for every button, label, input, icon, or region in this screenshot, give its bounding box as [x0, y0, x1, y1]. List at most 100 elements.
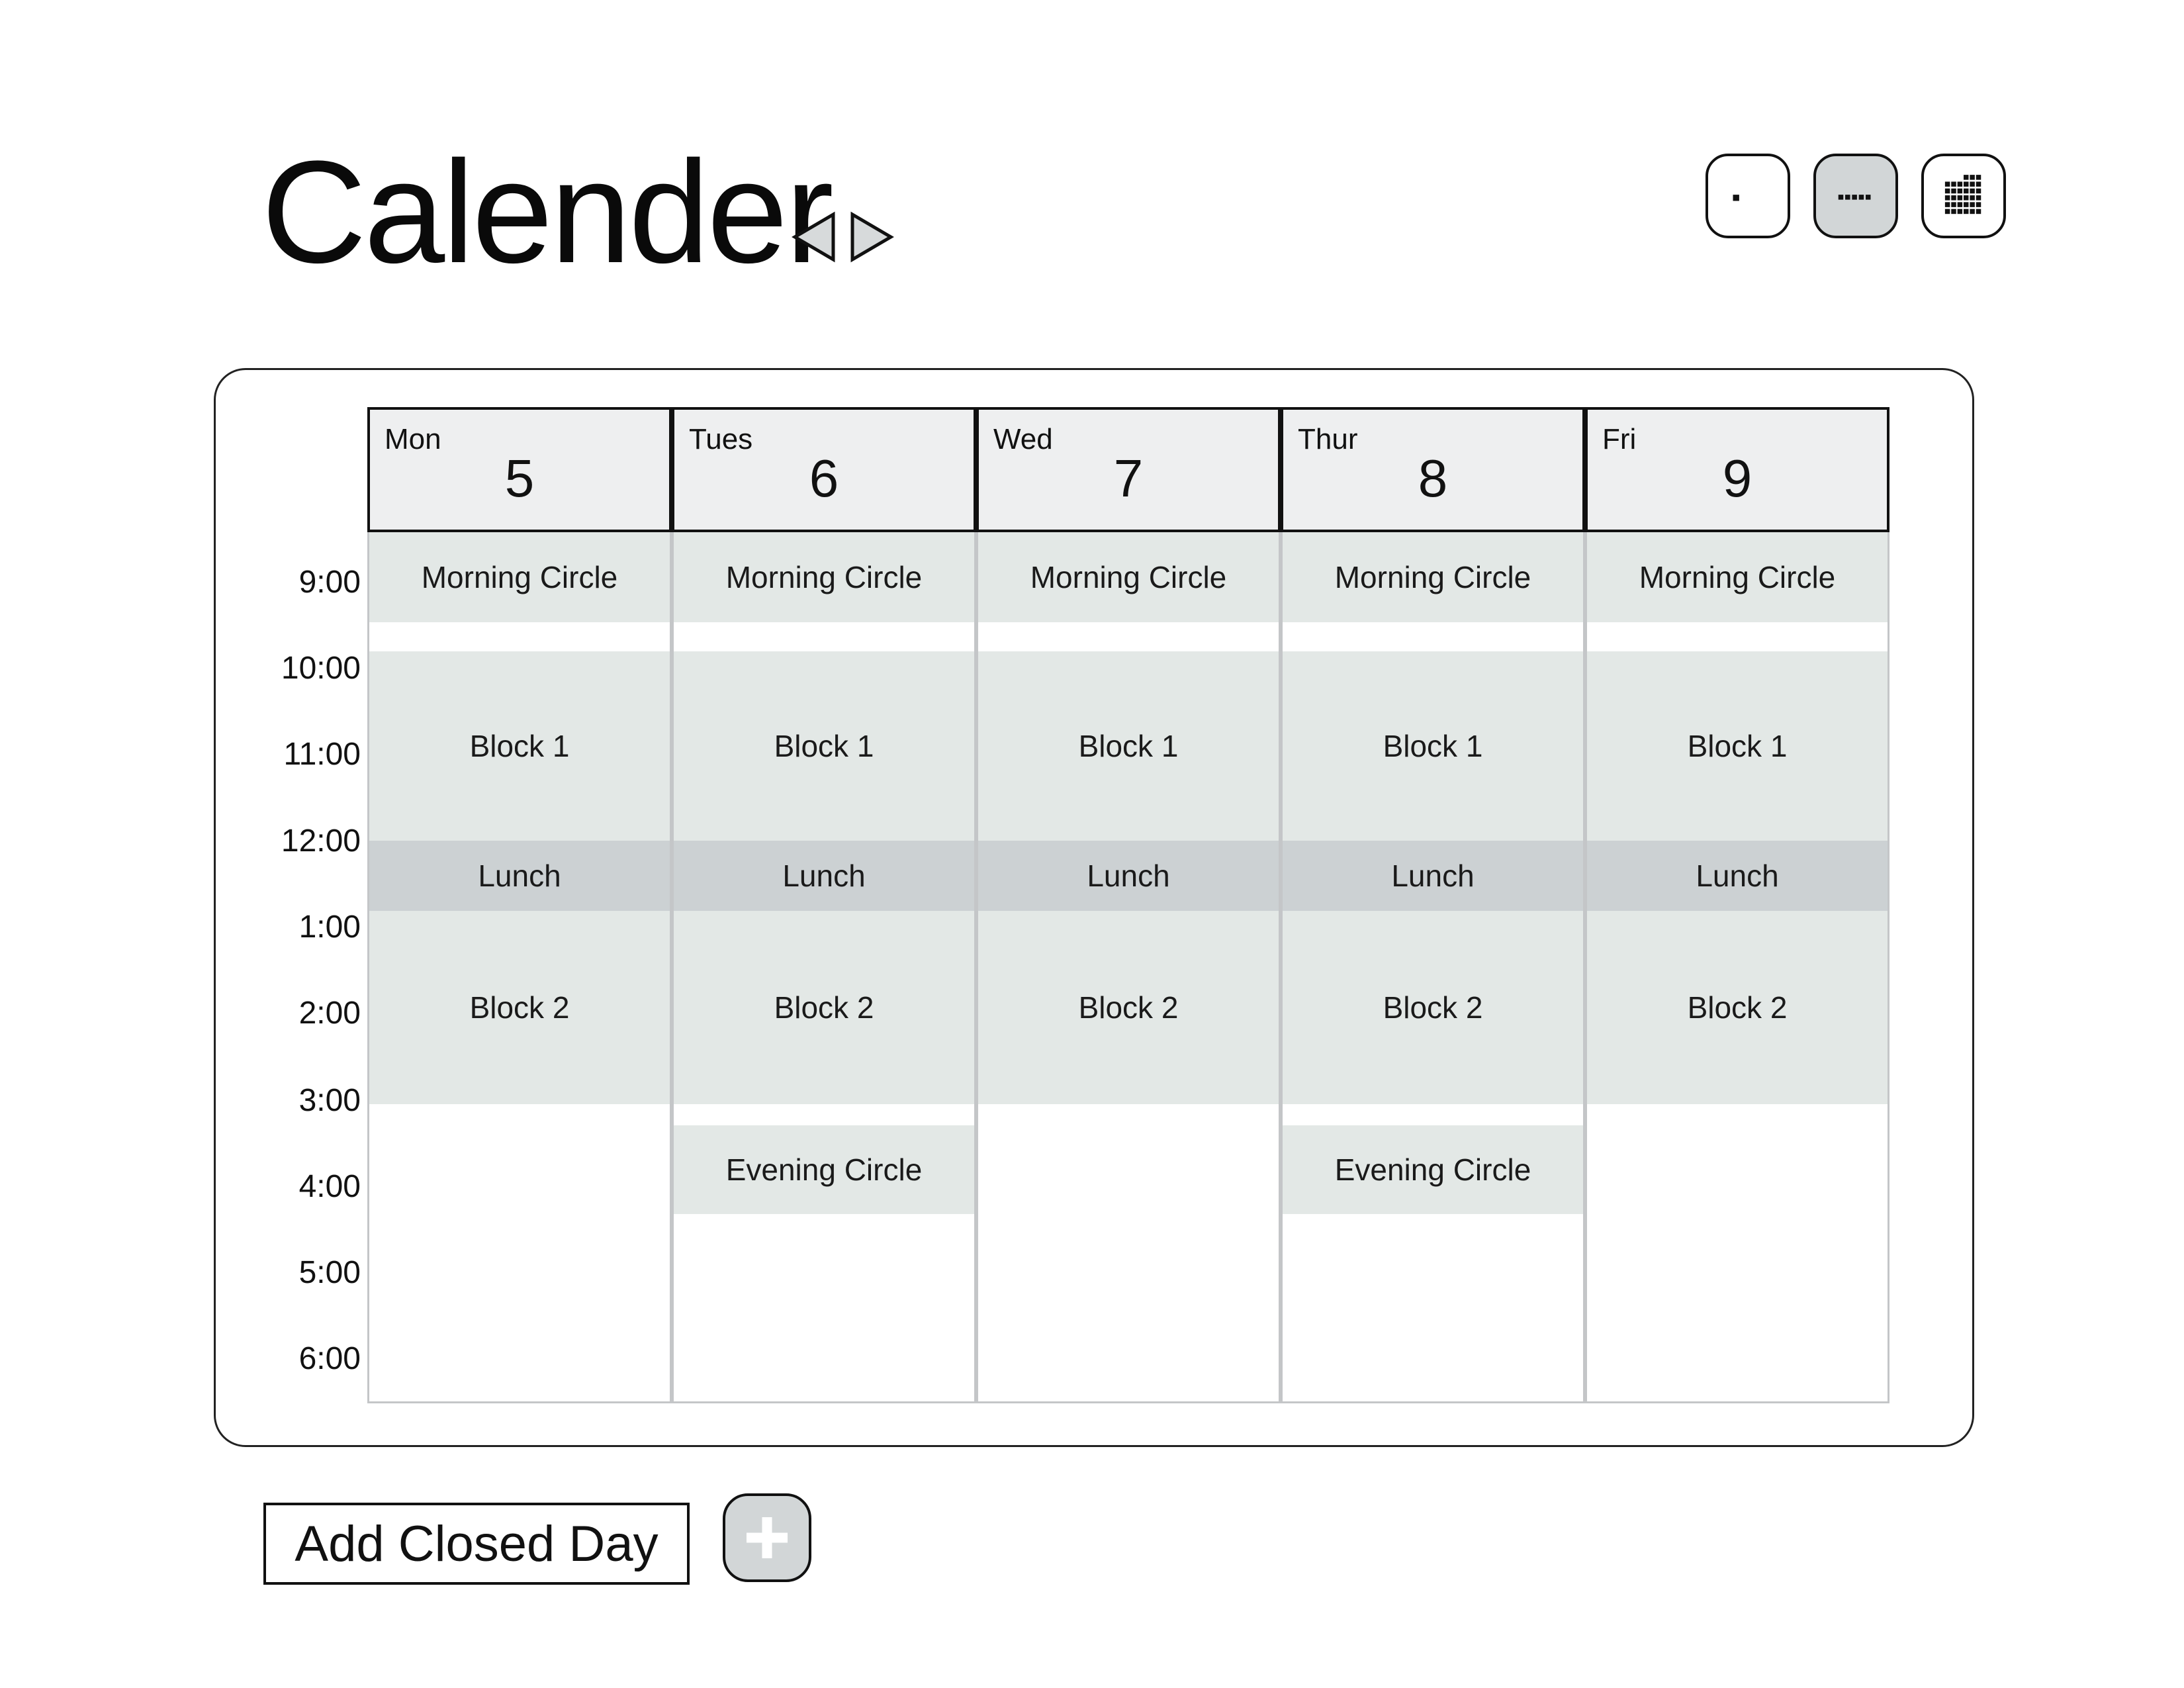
time-label: 4:00 [298, 1169, 361, 1204]
event-label: Block 2 [1383, 990, 1483, 1025]
grid-dot [1964, 181, 1969, 187]
event-lunch[interactable]: Lunch [369, 841, 670, 911]
event-label: Block 2 [469, 990, 570, 1025]
event-label: Block 1 [469, 729, 570, 763]
day-column-thur: Thur 8 Morning Circle Block 1 Lunch Block 2 Ev… [1281, 407, 1585, 1403]
day-date: 5 [504, 449, 535, 508]
grid-dot [1957, 181, 1963, 187]
time-label: 6:00 [298, 1341, 361, 1376]
day-body: Morning Circle Block 1 Lunch Block 2 [367, 532, 672, 1403]
event-morning-circle[interactable]: Morning Circle [369, 532, 670, 622]
page-title: Calender [261, 130, 834, 293]
event-morning-circle[interactable]: Morning Circle [978, 532, 1279, 622]
day-column-fri: Fri 9 Morning Circle Block 1 Lunch Block 2 [1585, 407, 1889, 1403]
time-label: 1:00 [298, 910, 361, 945]
event-block-1[interactable]: Block 1 [1587, 651, 1888, 841]
time-label: 12:00 [281, 823, 361, 859]
event-block-2[interactable]: Block 2 [1587, 911, 1888, 1104]
grid-dot [1970, 202, 1975, 207]
day-header[interactable]: Tues 6 [672, 407, 976, 532]
event-evening-circle[interactable]: Evening Circle [1283, 1125, 1583, 1214]
grid-dot [1944, 209, 1950, 214]
event-block-2[interactable]: Block 2 [674, 911, 974, 1104]
event-lunch[interactable]: Lunch [978, 841, 1279, 911]
grid-dot [1944, 195, 1950, 201]
day-header[interactable]: Wed 7 [976, 407, 1281, 532]
day-date: 8 [1418, 449, 1448, 508]
event-block-2[interactable]: Block 2 [369, 911, 670, 1104]
day-body: Morning Circle Block 1 Lunch Block 2 [976, 532, 1281, 1403]
grid-dot [1957, 202, 1963, 207]
event-label: Lunch [1391, 859, 1475, 893]
triangle-right-icon [850, 211, 894, 263]
grid-dot [1976, 181, 1981, 187]
grid-dot [1951, 181, 1956, 187]
grid-dot [1951, 202, 1956, 207]
event-label: Morning Circle [725, 560, 923, 594]
day-column-tues: Tues 6 Morning Circle Block 1 Lunch Block 2 Ev… [672, 407, 976, 1403]
grid-dot [1951, 209, 1956, 214]
event-block-1[interactable]: Block 1 [978, 651, 1279, 841]
event-label: Evening Circle [725, 1152, 923, 1187]
grid-dot [1976, 175, 1981, 180]
day-body: Morning Circle Block 1 Lunch Block 2 Evening… [672, 532, 976, 1403]
event-label: Lunch [782, 859, 866, 893]
day-view-button[interactable] [1706, 154, 1790, 238]
event-label: Block 1 [1687, 729, 1788, 763]
week-view-button[interactable] [1813, 154, 1898, 238]
week-grid: Mon 5 Morning Circle Block 1 Lunch Block 2 Tue… [367, 407, 1889, 1403]
event-morning-circle[interactable]: Morning Circle [1283, 532, 1583, 622]
time-label: 3:00 [298, 1083, 361, 1118]
grid-dot [1957, 195, 1963, 201]
grid-dot [1964, 195, 1969, 201]
grid-dot [1970, 175, 1975, 180]
event-block-1[interactable]: Block 1 [369, 651, 670, 841]
grid-dot [1964, 209, 1969, 214]
grid-dot [1976, 202, 1981, 207]
event-label: Block 2 [1687, 990, 1788, 1025]
event-block-2[interactable]: Block 2 [978, 911, 1279, 1104]
grid-dot [1970, 188, 1975, 194]
grid-dot [1976, 195, 1981, 201]
event-block-1[interactable]: Block 1 [1283, 651, 1583, 841]
event-block-2[interactable]: Block 2 [1283, 911, 1583, 1104]
time-label: 11:00 [283, 737, 361, 772]
day-date: 6 [809, 449, 839, 508]
day-header[interactable]: Thur 8 [1281, 407, 1585, 532]
grid-dot [1970, 181, 1975, 187]
grid-dot [1964, 202, 1969, 207]
single-dot-icon [1733, 195, 1739, 201]
event-morning-circle[interactable]: Morning Circle [1587, 532, 1888, 622]
day-column-mon: Mon 5 Morning Circle Block 1 Lunch Block 2 [367, 407, 672, 1403]
next-week-button[interactable] [848, 211, 895, 263]
prev-week-button[interactable] [791, 211, 837, 263]
day-date: 7 [1113, 449, 1144, 508]
triangle-left-icon [792, 211, 835, 263]
event-morning-circle[interactable]: Morning Circle [674, 532, 974, 622]
event-lunch[interactable]: Lunch [1283, 841, 1583, 911]
month-view-button[interactable] [1921, 154, 2006, 238]
add-button[interactable] [723, 1493, 811, 1582]
event-block-1[interactable]: Block 1 [674, 651, 974, 841]
event-lunch[interactable]: Lunch [674, 841, 974, 911]
grid-dot [1970, 209, 1975, 214]
day-body: Morning Circle Block 1 Lunch Block 2 Evening… [1281, 532, 1585, 1403]
event-label: Morning Circle [421, 560, 618, 594]
event-label: Evening Circle [1334, 1152, 1531, 1187]
grid-dot [1976, 188, 1981, 194]
add-closed-day-button[interactable]: Add Closed Day [263, 1503, 690, 1585]
time-label: 9:00 [298, 565, 361, 600]
day-body: Morning Circle Block 1 Lunch Block 2 [1585, 532, 1889, 1403]
day-date: 9 [1722, 449, 1752, 508]
event-label: Block 1 [1383, 729, 1483, 763]
event-lunch[interactable]: Lunch [1587, 841, 1888, 911]
day-header[interactable]: Mon 5 [367, 407, 672, 532]
event-evening-circle[interactable]: Evening Circle [674, 1125, 974, 1214]
dot-row-icon [1838, 195, 1871, 200]
grid-dot [1951, 195, 1956, 201]
day-header[interactable]: Fri 9 [1585, 407, 1889, 532]
day-column-wed: Wed 7 Morning Circle Block 1 Lunch Block 2 [976, 407, 1281, 1403]
grid-dot [1944, 181, 1950, 187]
event-label: Morning Circle [1639, 560, 1836, 594]
event-label: Lunch [478, 859, 561, 893]
